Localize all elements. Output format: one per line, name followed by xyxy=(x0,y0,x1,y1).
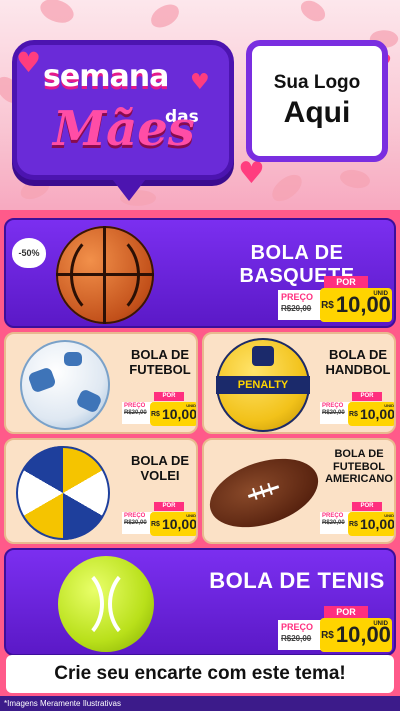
title-semana: semana xyxy=(43,59,169,94)
price-amount: 10,00 xyxy=(359,516,395,532)
price-value: R$ 10,00 UNID xyxy=(320,618,392,652)
unit-label: UNID xyxy=(373,621,388,627)
preco-label: PREÇO R$20,00 xyxy=(320,512,350,534)
soccer-ball-image xyxy=(20,340,110,430)
heart-icon: ♥ xyxy=(190,70,210,95)
price-amount: 10,00 xyxy=(359,406,395,422)
unit-label: UNID xyxy=(186,403,196,408)
price-tag: POR PREÇO R$20,00 R$ 10,00 UNID xyxy=(320,502,395,538)
preco-text: PREÇO xyxy=(322,403,344,409)
preco-label: PREÇO R$20,00 xyxy=(122,402,152,424)
preco-label: PREÇO R$20,00 xyxy=(278,620,322,650)
product-card-futebol: BOLA DE FUTEBOL POR PREÇO R$20,00 R$ 10,… xyxy=(4,332,198,434)
petal-decoration xyxy=(18,176,52,202)
old-price: R$20,00 xyxy=(281,634,312,643)
product-name: BOLA DE FUTEBOL AMERICANO xyxy=(325,448,393,486)
title-badge: semana das Mães xyxy=(12,40,234,201)
price-value: R$ 10,00 UNID xyxy=(348,512,395,536)
badge-tail xyxy=(109,175,149,201)
product-name: BOLA DE HANDBOL xyxy=(325,347,391,377)
preco-label: PREÇO R$20,00 xyxy=(320,402,350,424)
brand-label: PENALTY xyxy=(237,379,289,391)
preco-label: PREÇO R$20,00 xyxy=(122,512,152,534)
por-label: POR xyxy=(352,392,382,401)
unit-label: UNID xyxy=(384,403,394,408)
old-price: R$20,00 xyxy=(124,520,147,526)
por-label: POR xyxy=(324,276,368,288)
price-value: R$ 10,00 UNID xyxy=(150,512,197,536)
logo-text-line1: Sua Logo xyxy=(273,72,361,93)
logo-text-line2: Aqui xyxy=(283,96,351,129)
preco-text: PREÇO xyxy=(124,513,146,519)
product-card-volei: BOLA DE VOLEI POR PREÇO R$20,00 R$ 10,00… xyxy=(4,438,198,544)
preco-text: PREÇO xyxy=(124,403,146,409)
unit-label: UNID xyxy=(384,513,394,518)
petal-decoration xyxy=(267,170,307,206)
preco-text: PREÇO xyxy=(281,292,314,302)
tennis-ball-image xyxy=(58,556,154,652)
currency: R$ xyxy=(151,520,160,528)
basketball-image xyxy=(56,226,154,324)
petal-decoration xyxy=(297,0,329,27)
american-football-image xyxy=(204,446,327,540)
disclaimer-text: *Imagens Meramente Ilustrativas xyxy=(0,696,400,711)
unit-label: UNID xyxy=(373,291,388,297)
product-name: BOLA DE TENIS xyxy=(209,568,385,593)
handball-image: PENALTY xyxy=(216,338,310,432)
price-tag: POR PREÇO R$20,00 R$ 10,00 UNID xyxy=(320,392,395,428)
price-value: R$ 10,00 UNID xyxy=(150,402,197,426)
price-tag: POR PREÇO R$20,00 R$ 10,00 UNID xyxy=(278,276,394,322)
petal-decoration xyxy=(36,0,78,30)
old-price: R$20,00 xyxy=(281,304,312,313)
currency: R$ xyxy=(349,410,358,418)
header-banner: semana das Mães ♥ ♥ ♥ ♥ Sua Logo Aqui xyxy=(0,0,400,210)
product-card-basquete: -50% BOLA DE BASQUETE POR PREÇO R$20,00 … xyxy=(4,218,396,328)
currency: R$ xyxy=(321,629,334,641)
currency: R$ xyxy=(349,520,358,528)
logo-placeholder: Sua Logo Aqui xyxy=(246,40,388,162)
volleyball-image xyxy=(16,446,110,540)
old-price: R$20,00 xyxy=(322,520,345,526)
price-tag: POR PREÇO R$20,00 R$ 10,00 UNID xyxy=(122,502,197,538)
products-area: -50% BOLA DE BASQUETE POR PREÇO R$20,00 … xyxy=(0,210,400,711)
heart-icon: ♥ xyxy=(16,46,42,79)
old-price: R$20,00 xyxy=(322,410,345,416)
price-amount: 10,00 xyxy=(161,516,197,532)
product-card-tenis: BOLA DE TENIS POR PREÇO R$20,00 R$ 10,00… xyxy=(4,548,396,656)
currency: R$ xyxy=(151,410,160,418)
preco-text: PREÇO xyxy=(281,622,314,632)
price-value: R$ 10,00 UNID xyxy=(320,288,392,322)
title-maes: Mães xyxy=(53,101,195,157)
preco-text: PREÇO xyxy=(322,513,344,519)
petal-decoration xyxy=(337,165,373,193)
petal-decoration xyxy=(147,1,183,31)
preco-label: PREÇO R$20,00 xyxy=(278,290,322,320)
product-name: BOLA DE FUTEBOL xyxy=(129,347,191,377)
discount-badge: -50% xyxy=(12,238,46,268)
por-label: POR xyxy=(154,502,184,511)
product-card-handbol: PENALTY BOLA DE HANDBOL POR PREÇO R$20,0… xyxy=(202,332,396,434)
cta-banner[interactable]: Crie seu encarte com este tema! xyxy=(6,655,394,693)
unit-label: UNID xyxy=(186,513,196,518)
por-label: POR xyxy=(154,392,184,401)
price-tag: POR PREÇO R$20,00 R$ 10,00 UNID xyxy=(278,606,394,652)
old-price: R$20,00 xyxy=(124,410,147,416)
por-label: POR xyxy=(352,502,382,511)
price-value: R$ 10,00 UNID xyxy=(348,402,395,426)
por-label: POR xyxy=(324,606,368,618)
product-card-futebol-americano: BOLA DE FUTEBOL AMERICANO POR PREÇO R$20… xyxy=(202,438,396,544)
currency: R$ xyxy=(321,299,334,311)
product-name: BOLA DE VOLEI xyxy=(130,453,190,483)
price-amount: 10,00 xyxy=(161,406,197,422)
price-tag: POR PREÇO R$20,00 R$ 10,00 UNID xyxy=(122,392,197,428)
